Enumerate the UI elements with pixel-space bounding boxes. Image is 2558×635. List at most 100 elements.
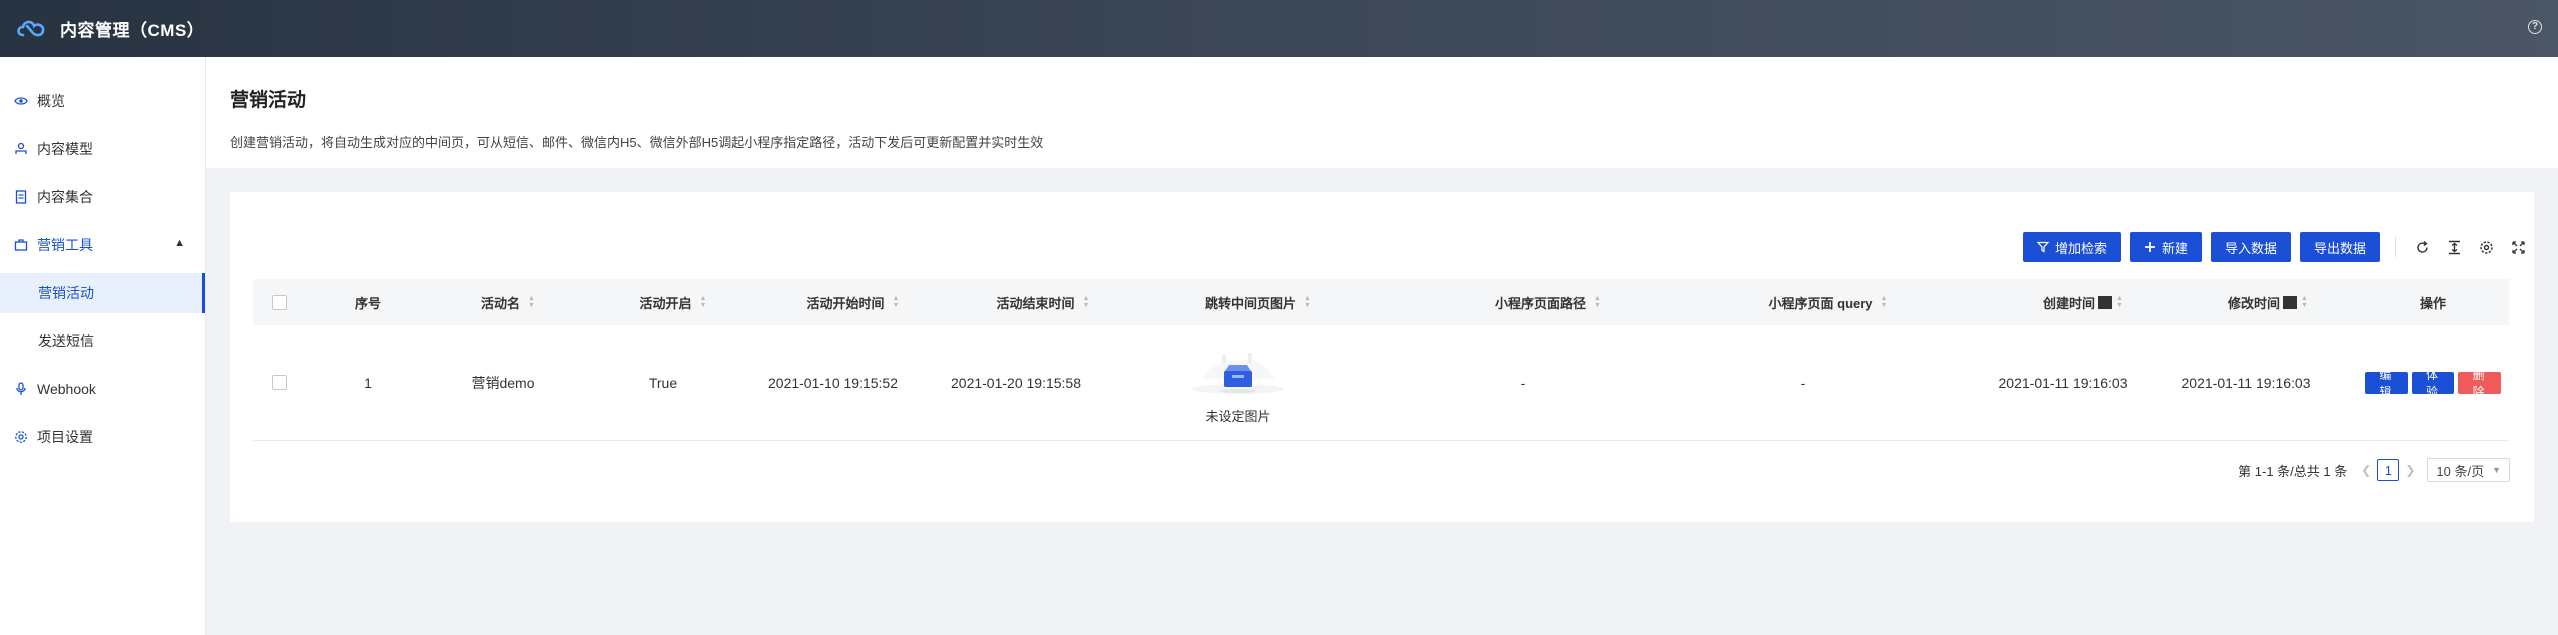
pagination-summary: 第 1-1 条/总共 1 条 [2238, 463, 2348, 479]
fullscreen-icon[interactable] [2502, 233, 2534, 261]
table-toolbar: 增加检索 新建 导入数据 导出数据 [2022, 231, 2534, 263]
column-header: 操作 [2363, 279, 2503, 325]
sidebar-item-label: 内容模型 [37, 141, 93, 157]
campaign-table: 序号 活动名 ▲ ▼ 活动开启 ▲ ▼ 活动开始时间 ▲ ▼ 活动结束时间 ▲ ▼ 跳转… [253, 279, 2509, 441]
sort-icon[interactable]: ▲ ▼ [1881, 295, 1888, 309]
sidebar-item-content-collection[interactable]: 内容集合 [0, 177, 205, 217]
cell-created: 2021-01-11 19:16:03 [1998, 374, 2128, 391]
sort-icon[interactable]: ▲ ▼ [893, 295, 900, 309]
create-label: 新建 [2161, 240, 2188, 256]
settings-icon[interactable] [2470, 233, 2502, 261]
filter-square-icon[interactable] [2283, 295, 2298, 309]
column-header: 序号 [333, 279, 403, 325]
cell-end-time: 2021-01-20 19:15:58 [951, 374, 1081, 391]
empty-image-icon [1188, 345, 1288, 400]
sidebar-item-label: 营销工具 [37, 237, 93, 253]
sidebar-item-overview[interactable]: 概览 [0, 81, 205, 121]
row-select-cell [269, 325, 289, 440]
add-search-button[interactable]: 增加检索 [2022, 232, 2121, 262]
page-description: 创建营销活动，将自动生成对应的中间页，可从短信、邮件、微信内H5、微信外部H5调… [230, 135, 1044, 150]
column-start-label: 活动开始时间 [806, 295, 885, 311]
create-button[interactable]: 新建 [2129, 232, 2202, 262]
export-data-button[interactable]: 导出数据 [2299, 232, 2380, 262]
sidebar: 概览 内容模型 内容集合 营销工具 ▲ 营销活动 发送短信 Webhook 项目… [0, 57, 206, 635]
column-header[interactable]: 活动名 ▲ ▼ [433, 279, 583, 325]
toolbar-divider [2395, 237, 2396, 257]
cell-name: 营销demo [471, 374, 535, 391]
page-header: 营销活动 创建营销活动，将自动生成对应的中间页，可从短信、邮件、微信内H5、微信… [206, 57, 2558, 168]
cell-image: 未设定图片 [1133, 325, 1343, 440]
table-header: 序号 活动名 ▲ ▼ 活动开启 ▲ ▼ 活动开始时间 ▲ ▼ 活动结束时间 ▲ ▼ 跳转… [253, 279, 2509, 325]
column-modified-label: 修改时间 [2228, 295, 2281, 311]
page-number-button[interactable]: 1 [2377, 459, 2400, 481]
sidebar-item-label: 内容集合 [37, 189, 93, 205]
column-name-label: 活动名 [481, 295, 521, 311]
sort-icon[interactable]: ▲ ▼ [700, 295, 707, 309]
chevron-up-icon: ▲ [174, 237, 185, 249]
column-header[interactable]: 活动开始时间 ▲ ▼ [753, 279, 953, 325]
delete-button[interactable]: 删 除 [2458, 368, 2502, 399]
refresh-icon[interactable] [2406, 233, 2438, 261]
sidebar-item-label: 概览 [37, 93, 65, 109]
edit-button[interactable]: 编 辑 [2365, 368, 2408, 399]
select-all-checkbox[interactable] [271, 294, 287, 310]
chevron-down-icon: ▼ [2492, 465, 2501, 475]
document-icon [13, 189, 29, 205]
filter-square-icon[interactable] [2098, 295, 2113, 309]
column-header[interactable]: 创建时间 ▲ ▼ [1983, 279, 2183, 325]
column-query-label: 小程序页面 query [1768, 295, 1873, 311]
sidebar-item-webhook[interactable]: Webhook [0, 369, 205, 409]
column-actions-label: 操作 [2419, 295, 2446, 311]
table-row: 1 营销demo True 2021-01-10 19:15:52 2021-0… [253, 325, 2509, 441]
cell-enabled: True [648, 374, 678, 391]
sidebar-item-content-model[interactable]: 内容模型 [0, 129, 205, 169]
cloud-logo-icon[interactable] [14, 14, 48, 44]
try-button[interactable]: 体 验 [2411, 368, 2455, 399]
briefcase-icon [13, 237, 29, 253]
microphone-icon [13, 381, 29, 397]
column-image-label: 跳转中间页图片 [1205, 295, 1297, 311]
sort-icon[interactable]: ▲ ▼ [1594, 295, 1601, 309]
sort-icon[interactable]: ▲ ▼ [2301, 295, 2308, 309]
column-header[interactable]: 活动结束时间 ▲ ▼ [943, 279, 1143, 325]
column-header[interactable]: 跳转中间页图片 ▲ ▼ [1133, 279, 1383, 325]
sort-icon[interactable]: ▲ ▼ [1304, 295, 1311, 309]
cell-start-time: 2021-01-10 19:15:52 [768, 374, 898, 391]
sort-icon[interactable]: ▲ ▼ [528, 295, 535, 309]
sidebar-item-send-sms[interactable]: 发送短信 [0, 321, 205, 361]
filter-icon [2036, 241, 2049, 253]
eye-icon [13, 93, 29, 109]
column-header[interactable]: 小程序页面 query ▲ ▼ [1693, 279, 1963, 325]
cell-path: - [1520, 374, 1526, 391]
app-title: 内容管理（CMS） [60, 21, 205, 40]
column-header[interactable]: 修改时间 ▲ ▼ [2168, 279, 2368, 325]
import-data-button[interactable]: 导入数据 [2210, 232, 2291, 262]
sidebar-item-marketing-campaign[interactable]: 营销活动 [0, 273, 205, 313]
select-all-cell [269, 279, 289, 325]
row-checkbox[interactable] [271, 375, 287, 390]
gear-icon [13, 429, 29, 445]
next-page-icon[interactable]: ❯ [2405, 463, 2415, 477]
cell-actions: 编 辑 体 验 删 除 [2363, 325, 2503, 440]
column-height-icon[interactable] [2438, 233, 2470, 261]
question-circle-icon[interactable]: ? [2528, 20, 2542, 34]
cell-index: 1 [364, 374, 372, 391]
model-icon [13, 141, 29, 157]
page-size-select[interactable]: 10 条/页 ▼ [2427, 458, 2510, 482]
table-card: 增加检索 新建 导入数据 导出数据 序号 活动名 ▲ ▼ 活动开启 ▲ ▼ 活动… [230, 192, 2534, 522]
top-header: 内容管理（CMS） ? [0, 0, 2558, 57]
sidebar-item-label: 项目设置 [37, 429, 93, 445]
pagination: 第 1-1 条/总共 1 条 ❮ 1 ❯ 10 条/页 ▼ [2238, 458, 2510, 482]
cell-modified: 2021-01-11 19:16:03 [2181, 374, 2311, 391]
column-created-label: 创建时间 [2043, 295, 2096, 311]
column-header[interactable]: 小程序页面路径 ▲ ▼ [1423, 279, 1673, 325]
prev-page-icon[interactable]: ❮ [2361, 463, 2371, 477]
column-end-label: 活动结束时间 [996, 295, 1075, 311]
sidebar-item-project-settings[interactable]: 项目设置 [0, 417, 205, 457]
column-header[interactable]: 活动开启 ▲ ▼ [593, 279, 753, 325]
sidebar-item-marketing-tools[interactable]: 营销工具 ▲ [0, 225, 205, 265]
plus-icon [2144, 241, 2156, 253]
sort-icon[interactable]: ▲ ▼ [2116, 295, 2123, 309]
sort-icon[interactable]: ▲ ▼ [1083, 295, 1090, 309]
column-enabled-label: 活动开启 [639, 295, 692, 311]
